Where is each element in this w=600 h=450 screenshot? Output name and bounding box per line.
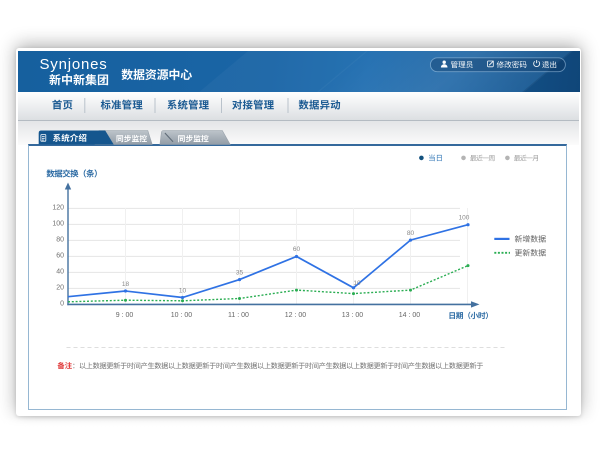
svg-text:60: 60 bbox=[293, 246, 301, 253]
svg-text:10: 10 bbox=[179, 288, 187, 295]
svg-text:40: 40 bbox=[56, 269, 64, 276]
svg-text:100: 100 bbox=[52, 221, 64, 228]
svg-text:9 : 00: 9 : 00 bbox=[116, 312, 134, 319]
svg-text:11 : 00: 11 : 00 bbox=[228, 312, 249, 319]
svg-text:20: 20 bbox=[56, 285, 64, 292]
svg-text:80: 80 bbox=[56, 237, 64, 244]
svg-text:12 : 00: 12 : 00 bbox=[285, 312, 307, 319]
svg-text:10: 10 bbox=[353, 280, 361, 287]
svg-text:35: 35 bbox=[236, 270, 244, 277]
svg-text:60: 60 bbox=[56, 253, 64, 260]
svg-text:10 : 00: 10 : 00 bbox=[171, 312, 193, 319]
svg-text:18: 18 bbox=[122, 281, 130, 288]
svg-text:0: 0 bbox=[60, 301, 64, 308]
svg-text:14 : 00: 14 : 00 bbox=[399, 312, 421, 319]
svg-text:80: 80 bbox=[407, 230, 415, 237]
svg-text:120: 120 bbox=[52, 205, 64, 212]
svg-text:Synjones: Synjones bbox=[40, 56, 108, 73]
svg-text:100: 100 bbox=[459, 215, 470, 222]
svg-text:13 : 00: 13 : 00 bbox=[342, 312, 364, 319]
